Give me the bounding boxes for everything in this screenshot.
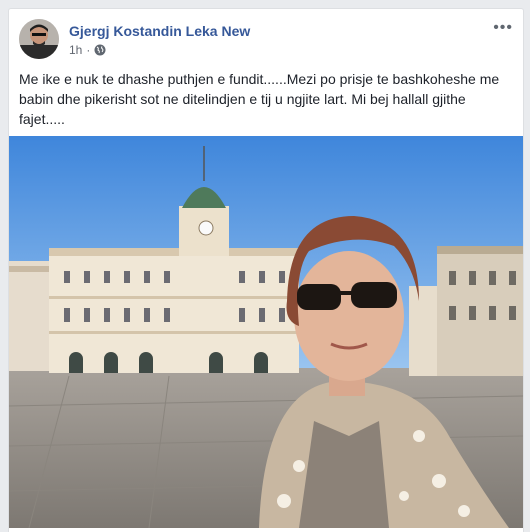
- more-options-icon[interactable]: •••: [493, 19, 513, 37]
- post-footer: [9, 528, 523, 532]
- author-avatar[interactable]: [19, 19, 59, 59]
- globe-icon[interactable]: [94, 44, 106, 56]
- post-meta: 1h ·: [69, 43, 106, 57]
- post-card: Gjergj Kostandin Leka New 1h · ••• Me ik…: [8, 8, 524, 532]
- author-name[interactable]: Gjergj Kostandin Leka New: [69, 23, 250, 39]
- post-photo[interactable]: [9, 136, 523, 528]
- post-text: Me ike e nuk te dhashe puthjen e fundit.…: [19, 71, 500, 127]
- photo-scene: [9, 136, 523, 528]
- post-timestamp[interactable]: 1h: [69, 43, 82, 57]
- post-header: Gjergj Kostandin Leka New 1h · •••: [19, 19, 513, 61]
- meta-separator: ·: [86, 43, 91, 57]
